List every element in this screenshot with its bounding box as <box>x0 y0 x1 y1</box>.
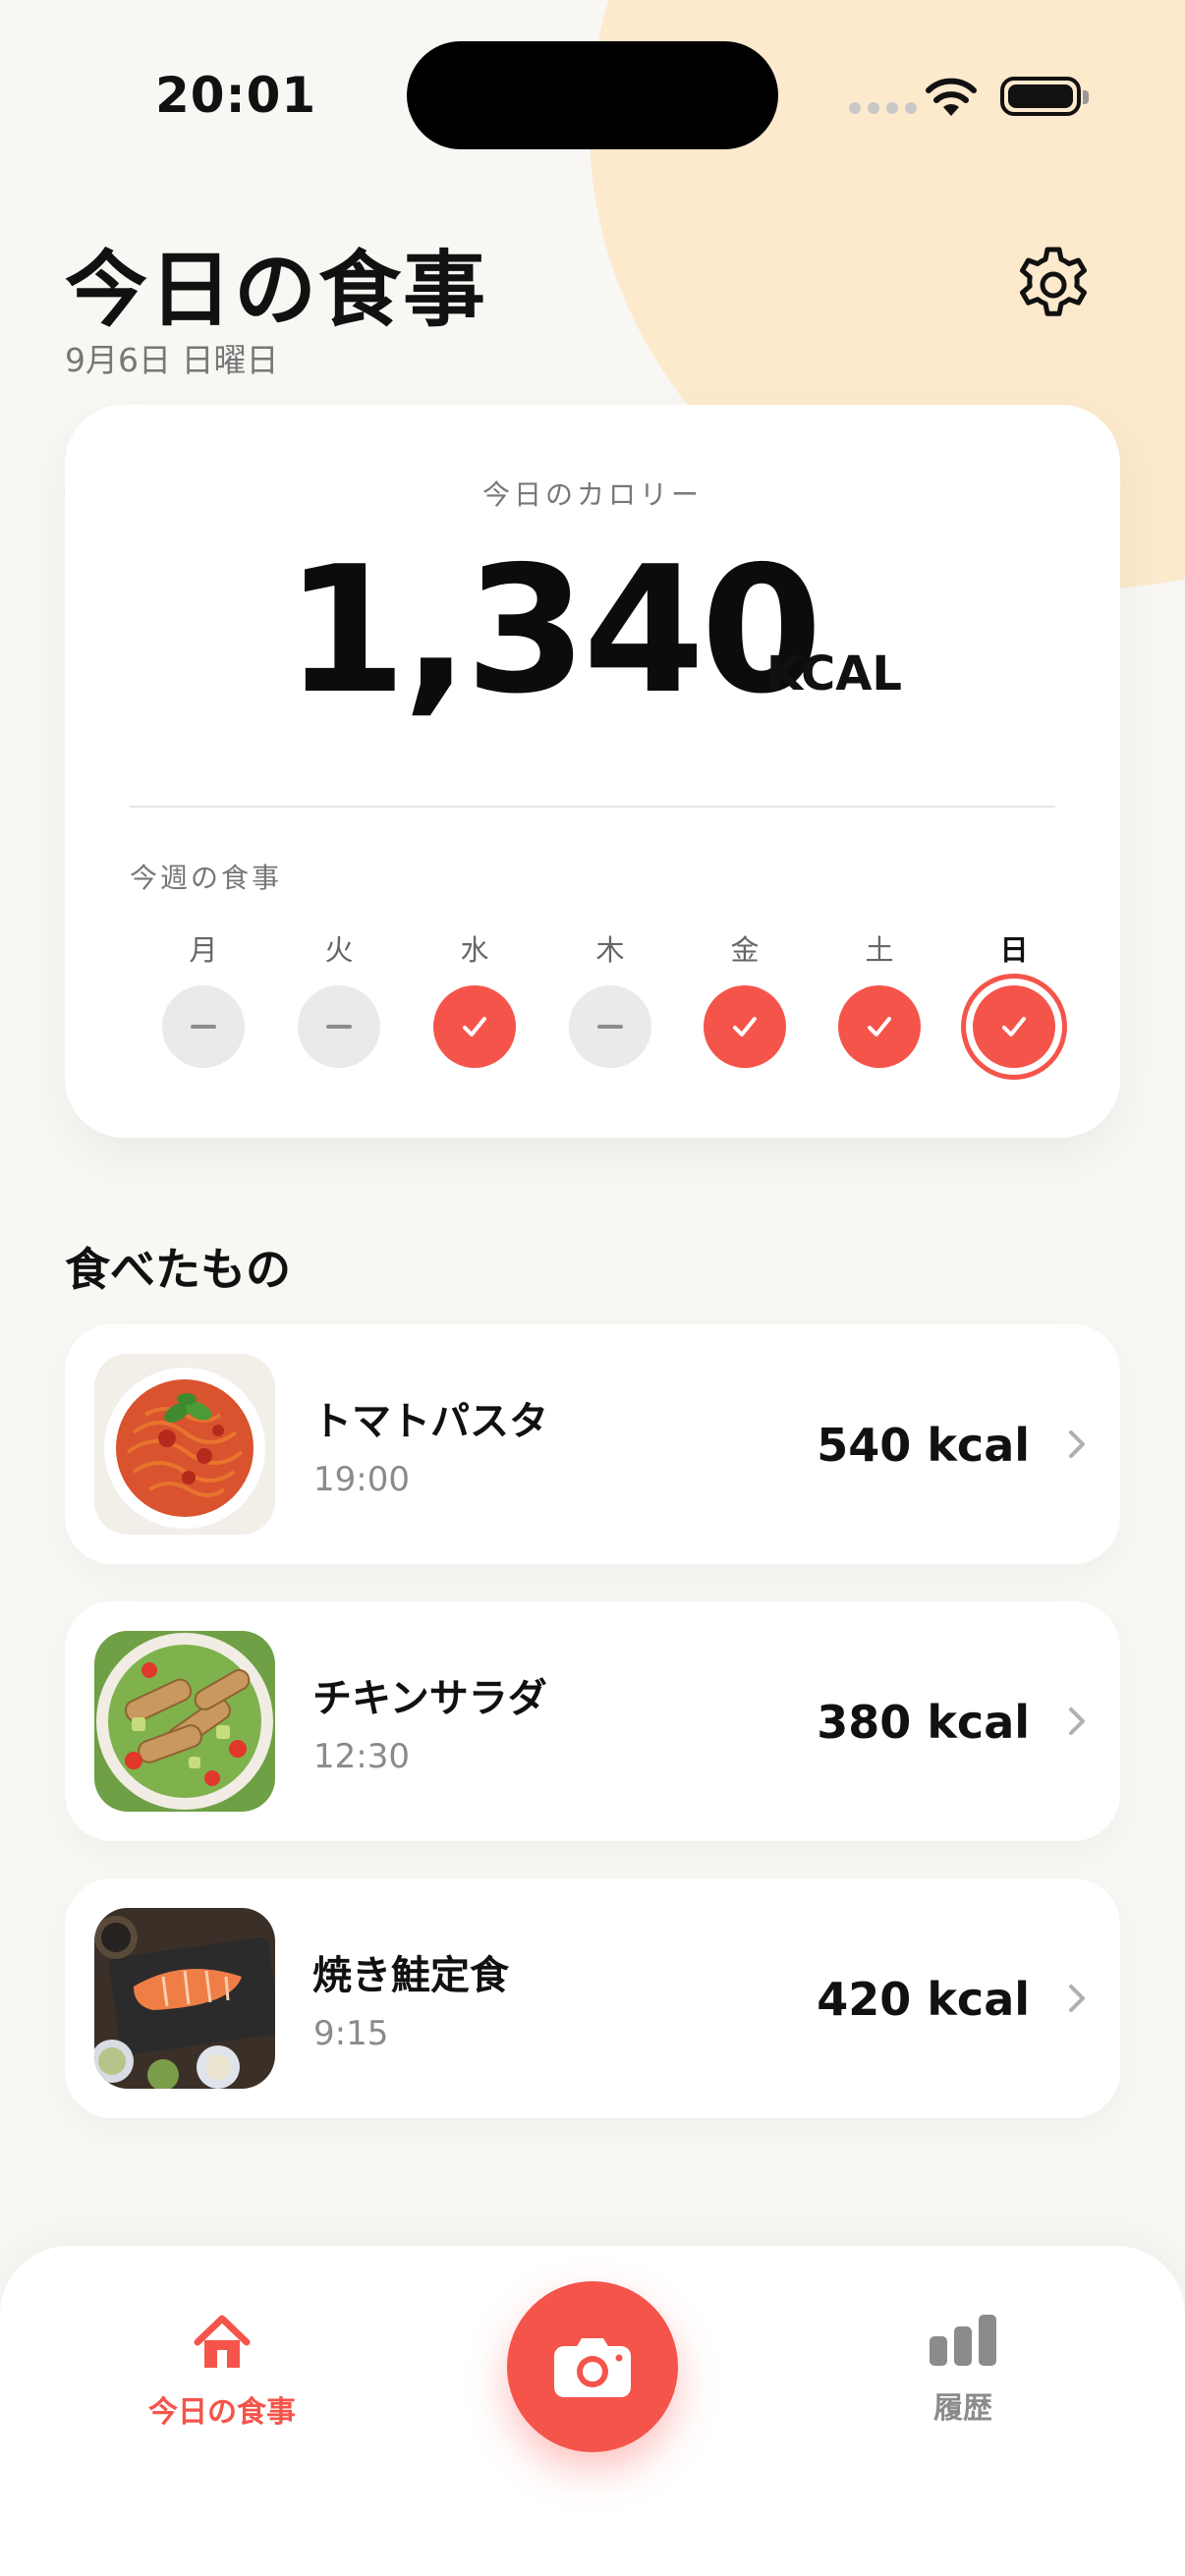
week-label: 今週の食事 <box>130 862 283 894</box>
check-icon <box>868 1017 891 1036</box>
day-logged-indicator[interactable] <box>973 985 1055 1068</box>
tab-history[interactable]: 履歴 <box>875 2313 1051 2427</box>
day-logged-indicator[interactable] <box>704 985 786 1068</box>
tab-bar: 今日の食事 履歴 <box>0 2246 1185 2576</box>
divider <box>130 806 1055 808</box>
meal-time: 19:00 <box>313 1460 410 1499</box>
calorie-value: 1,340 <box>285 529 822 732</box>
weekday-label: 火 <box>324 933 354 967</box>
tab-today-label: 今日の食事 <box>148 2395 296 2430</box>
check-icon <box>463 1017 486 1036</box>
meal-card[interactable]: チキンサラダ 12:30 380 kcal <box>65 1601 1120 1841</box>
screen: 20:01 今日の食事 9月6日 日曜日 今日のカロリー 1,340 KCAL … <box>0 0 1185 2576</box>
meal-name: 焼き鮭定食 <box>312 1953 509 1998</box>
weekday-label: 金 <box>730 933 760 967</box>
meal-photo-tomato-pasta <box>94 1354 275 1535</box>
day-logged-indicator[interactable] <box>433 985 516 1068</box>
cellular-signal-icon <box>849 102 917 114</box>
home-icon <box>194 2315 251 2368</box>
calorie-label: 今日のカロリー <box>481 478 703 511</box>
wifi-icon <box>926 78 977 116</box>
tab-history-label: 履歴 <box>933 2391 992 2426</box>
meal-name: トマトパスタ <box>312 1399 548 1444</box>
weekday-label: 木 <box>595 933 625 967</box>
weekday-label: 日 <box>999 933 1029 967</box>
weekday-label: 月 <box>189 933 218 967</box>
check-icon <box>1002 1017 1026 1036</box>
chevron-right-icon <box>1069 1708 1085 1735</box>
calorie-card: 今日のカロリー 1,340 KCAL 今週の食事 月 火 水 木 金 土 日 <box>65 405 1120 1138</box>
meal-time: 9:15 <box>313 2014 389 2053</box>
camera-icon <box>554 2338 631 2397</box>
settings-gear-icon[interactable] <box>1012 244 1095 326</box>
day-logged-indicator[interactable] <box>838 985 921 1068</box>
calorie-unit: KCAL <box>766 646 902 701</box>
check-icon <box>733 1017 757 1036</box>
dash-icon <box>597 1025 623 1029</box>
meal-kcal: 420 kcal <box>817 1973 1030 2026</box>
bar-chart-icon <box>930 2315 996 2366</box>
chevron-right-icon <box>1069 1430 1085 1458</box>
meal-kcal: 380 kcal <box>817 1696 1030 1749</box>
dash-icon <box>191 1025 216 1029</box>
day-empty-indicator[interactable] <box>569 985 651 1068</box>
meal-photo-grilled-salmon-set <box>94 1908 275 2089</box>
section-title: 食べたもの <box>65 1243 291 1296</box>
camera-button[interactable] <box>507 2281 678 2452</box>
meal-card[interactable]: トマトパスタ 19:00 540 kcal <box>65 1324 1120 1564</box>
page-date: 9月6日 日曜日 <box>65 341 279 379</box>
meal-time: 12:30 <box>313 1737 410 1776</box>
meal-card[interactable]: 焼き鮭定食 9:15 420 kcal <box>65 1878 1120 2118</box>
day-empty-indicator[interactable] <box>162 985 245 1068</box>
chevron-right-icon <box>1069 1985 1085 2012</box>
status-time: 20:01 <box>155 67 317 124</box>
meal-name: チキンサラダ <box>312 1676 547 1721</box>
meal-photo-chicken-salad <box>94 1631 275 1812</box>
page-title: 今日の食事 <box>65 242 488 338</box>
meal-kcal: 540 kcal <box>817 1419 1030 1472</box>
day-empty-indicator[interactable] <box>298 985 380 1068</box>
weekday-label: 土 <box>865 933 894 967</box>
battery-icon <box>1000 77 1089 116</box>
dynamic-island <box>407 41 778 149</box>
dash-icon <box>326 1025 352 1029</box>
weekday-label: 水 <box>460 933 489 967</box>
tab-today[interactable]: 今日の食事 <box>134 2311 310 2431</box>
